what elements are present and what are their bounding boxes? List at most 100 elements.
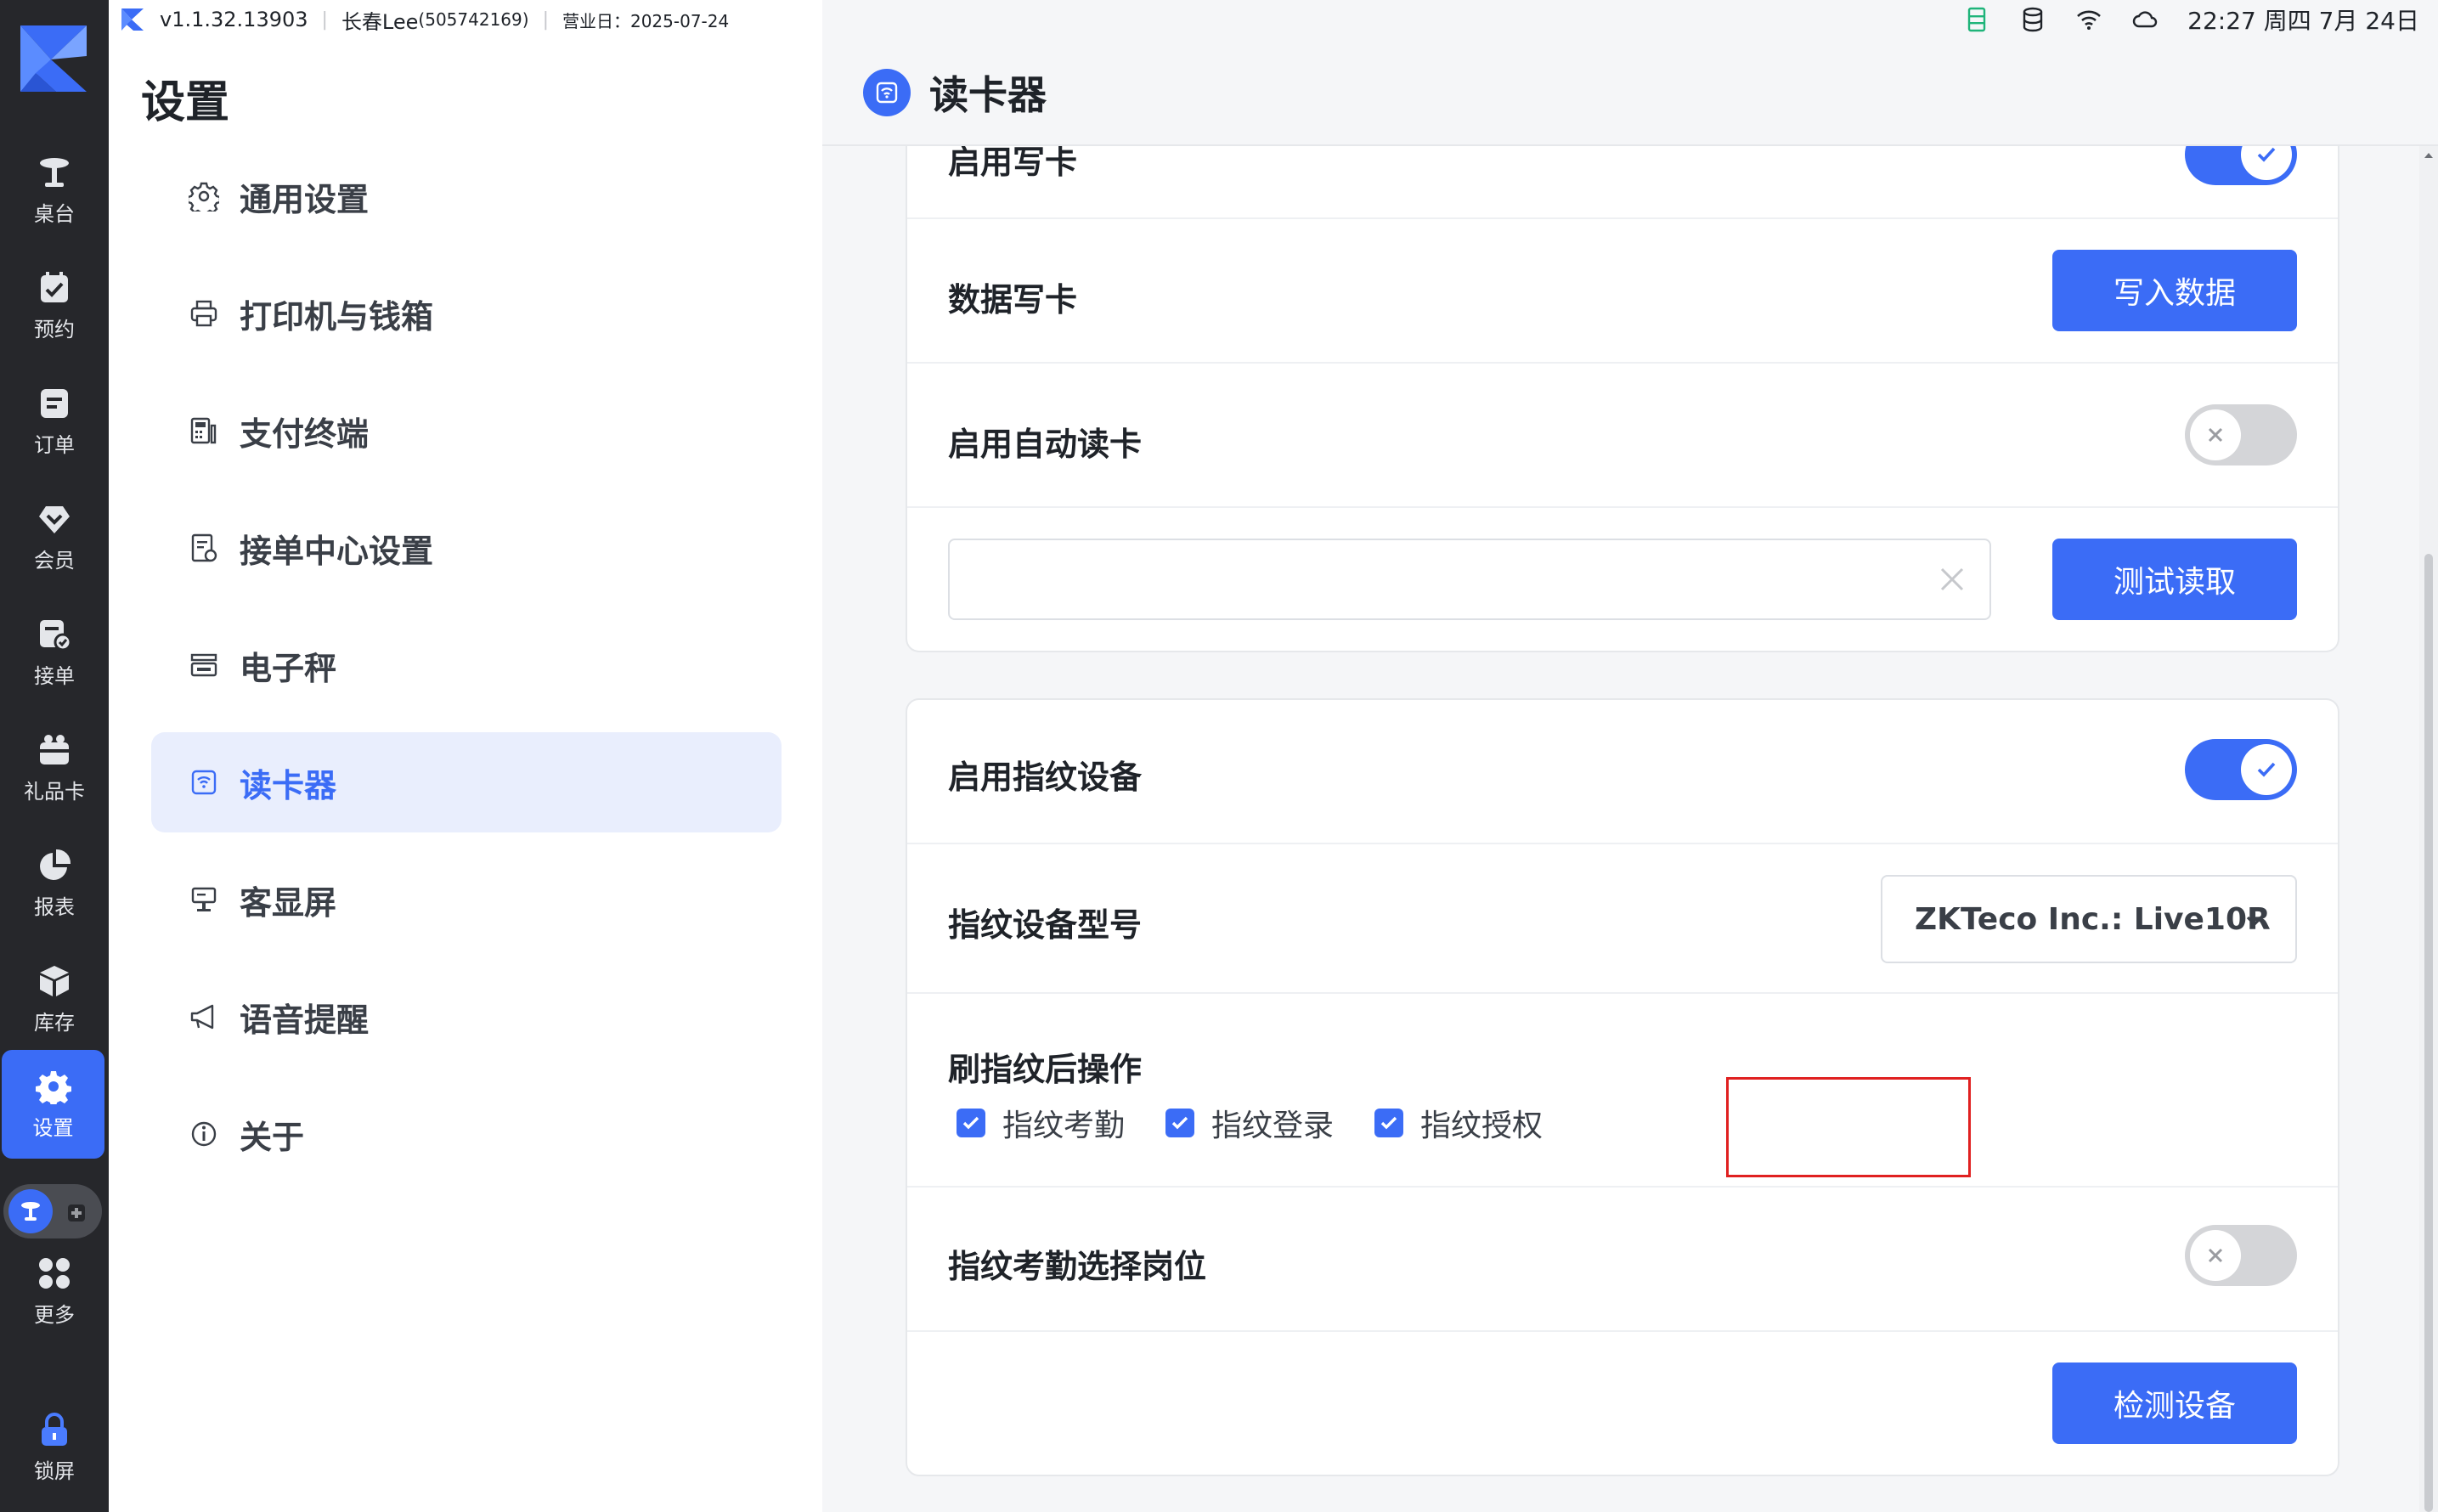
menu-item-label: 电子秤 bbox=[240, 649, 337, 687]
order-icon bbox=[41, 388, 68, 418]
user-id: (505742169) bbox=[418, 9, 529, 30]
megaphone-icon bbox=[190, 1004, 214, 1030]
menu-item-label: 读卡器 bbox=[240, 766, 337, 804]
detect-device-row: 检测设备 bbox=[907, 1332, 2338, 1475]
rail-item-reports[interactable]: 报表 bbox=[0, 829, 109, 938]
retail-mode-icon bbox=[68, 1205, 85, 1221]
fingerprint-model-value: ZKTeco Inc.: Live10R bbox=[1915, 901, 2271, 937]
menu-item-label: 通用设置 bbox=[240, 180, 370, 218]
gift-card-icon bbox=[40, 734, 69, 764]
read-result-field[interactable] bbox=[948, 539, 1991, 620]
status-bar-right: 22:27 周四 7月 24日 bbox=[1963, 5, 2419, 35]
app-logo-icon bbox=[20, 25, 87, 92]
settings-menu-panel: v1.1.32.13903 | 长春Lee (505742169) | 营业日：… bbox=[109, 0, 822, 1512]
option-authorization[interactable]: 指纹授权 bbox=[1374, 1101, 1543, 1145]
rail-item-accept-orders[interactable]: 接单 bbox=[0, 598, 109, 707]
checkbox-checked-icon[interactable] bbox=[957, 1109, 985, 1137]
rail-item-more[interactable]: 更多 bbox=[0, 1237, 109, 1346]
version-text: v1.1.32.13903 bbox=[160, 8, 308, 31]
menu-item-card-reader[interactable]: 读卡器 bbox=[151, 732, 782, 832]
menu-item-scale[interactable]: 电子秤 bbox=[151, 615, 782, 715]
clock-text: 22:27 周四 7月 24日 bbox=[2187, 7, 2419, 35]
read-result-input[interactable] bbox=[950, 540, 1927, 618]
accept-order-icon bbox=[40, 619, 72, 651]
test-read-row: 测试读取 bbox=[907, 508, 2338, 651]
menu-item-voice-reminder[interactable]: 语音提醒 bbox=[151, 967, 782, 1067]
mode-switch[interactable] bbox=[3, 1184, 102, 1238]
menu-item-label: 语音提醒 bbox=[240, 1001, 370, 1039]
nav-rail: 桌台 预约 订单 会员 接单 礼品卡 报表 库存 设置 更多 锁屏 bbox=[0, 0, 109, 1512]
checkbox-checked-icon[interactable] bbox=[1165, 1109, 1194, 1137]
scroll-up-icon[interactable] bbox=[2423, 150, 2435, 161]
rail-label: 库存 bbox=[34, 1010, 75, 1035]
enable-fingerprint-toggle[interactable] bbox=[2185, 739, 2297, 800]
rail-label: 锁屏 bbox=[34, 1458, 75, 1483]
highlight-box bbox=[1726, 1077, 1971, 1177]
menu-item-printer[interactable]: 打印机与钱箱 bbox=[151, 263, 782, 364]
menu-item-label: 支付终端 bbox=[240, 415, 370, 453]
menu-item-general[interactable]: 通用设置 bbox=[151, 146, 782, 246]
user-name: 长春Lee bbox=[341, 9, 419, 34]
scrollbar[interactable] bbox=[2419, 146, 2438, 1512]
card-reader-icon bbox=[191, 770, 217, 795]
option-label: 指纹登录 bbox=[1211, 1109, 1335, 1143]
member-icon bbox=[39, 505, 70, 533]
status-bar-left: v1.1.32.13903 | 长春Lee (505742169) | 营业日：… bbox=[121, 5, 729, 34]
dine-in-mode-icon bbox=[8, 1189, 53, 1233]
rail-item-gift-card[interactable]: 礼品卡 bbox=[0, 714, 109, 822]
fingerprint-model-label: 指纹设备型号 bbox=[948, 906, 1143, 944]
data-write-row: 数据写卡 写入数据 bbox=[907, 219, 2338, 364]
rail-item-settings[interactable]: 设置 bbox=[2, 1050, 104, 1159]
lock-icon bbox=[42, 1412, 67, 1446]
enable-fingerprint-label: 启用指纹设备 bbox=[948, 759, 1143, 796]
inventory-icon bbox=[40, 965, 69, 996]
rail-item-lock[interactable]: 锁屏 bbox=[0, 1393, 109, 1502]
attendance-position-row: 指纹考勤选择岗位 bbox=[907, 1188, 2338, 1332]
divider: | bbox=[321, 8, 328, 31]
x-icon bbox=[2190, 1230, 2241, 1281]
scrollbar-thumb[interactable] bbox=[2424, 554, 2433, 1512]
menu-item-label: 关于 bbox=[240, 1118, 305, 1156]
customer-display-icon bbox=[191, 887, 217, 911]
rail-item-tables[interactable]: 桌台 bbox=[0, 136, 109, 245]
rail-item-reservation[interactable]: 预约 bbox=[0, 251, 109, 360]
option-attendance[interactable]: 指纹考勤 bbox=[957, 1101, 1125, 1145]
rail-label: 预约 bbox=[34, 317, 75, 341]
order-center-icon bbox=[191, 533, 217, 562]
rail-label: 报表 bbox=[34, 894, 75, 919]
cash-drawer-icon bbox=[1967, 7, 1986, 32]
write-data-button[interactable]: 写入数据 bbox=[2052, 250, 2297, 331]
rail-item-orders[interactable]: 订单 bbox=[0, 367, 109, 476]
rail-item-members[interactable]: 会员 bbox=[0, 482, 109, 591]
checkbox-checked-icon[interactable] bbox=[1374, 1109, 1403, 1137]
data-write-label: 数据写卡 bbox=[948, 281, 1078, 319]
attendance-position-toggle[interactable] bbox=[2185, 1225, 2297, 1286]
report-icon bbox=[40, 849, 71, 880]
chevron-down-icon bbox=[2246, 916, 2263, 927]
rail-label: 设置 bbox=[32, 1115, 74, 1140]
cloud-icon bbox=[2132, 11, 2158, 28]
reservation-icon bbox=[41, 271, 68, 302]
fingerprint-model-select[interactable]: ZKTeco Inc.: Live10R bbox=[1881, 875, 2297, 963]
menu-item-payment-terminal[interactable]: 支付终端 bbox=[151, 381, 782, 481]
menu-item-order-center[interactable]: 接单中心设置 bbox=[151, 498, 782, 598]
table-icon bbox=[40, 157, 69, 187]
attendance-position-label: 指纹考勤选择岗位 bbox=[948, 1248, 1207, 1285]
menu-item-label: 客显屏 bbox=[240, 883, 337, 922]
after-scan-label: 刷指纹后操作 bbox=[948, 1051, 1143, 1088]
auto-read-label: 启用自动读卡 bbox=[948, 426, 1143, 463]
clear-icon[interactable] bbox=[1937, 564, 1967, 595]
menu-item-label: 接单中心设置 bbox=[240, 532, 434, 570]
option-login[interactable]: 指纹登录 bbox=[1165, 1101, 1334, 1145]
menu-item-about[interactable]: 关于 bbox=[151, 1084, 782, 1184]
test-read-button[interactable]: 测试读取 bbox=[2052, 539, 2297, 620]
menu-item-customer-display[interactable]: 客显屏 bbox=[151, 849, 782, 950]
rail-item-inventory[interactable]: 库存 bbox=[0, 945, 109, 1053]
detect-device-button[interactable]: 检测设备 bbox=[2052, 1362, 2297, 1444]
option-label: 指纹考勤 bbox=[1002, 1109, 1126, 1143]
rail-label: 更多 bbox=[34, 1302, 75, 1327]
auto-read-toggle[interactable] bbox=[2185, 404, 2297, 465]
divider: | bbox=[542, 8, 549, 31]
fingerprint-model-row: 指纹设备型号 ZKTeco Inc.: Live10R bbox=[907, 844, 2338, 994]
pos-terminal-icon bbox=[190, 417, 217, 444]
